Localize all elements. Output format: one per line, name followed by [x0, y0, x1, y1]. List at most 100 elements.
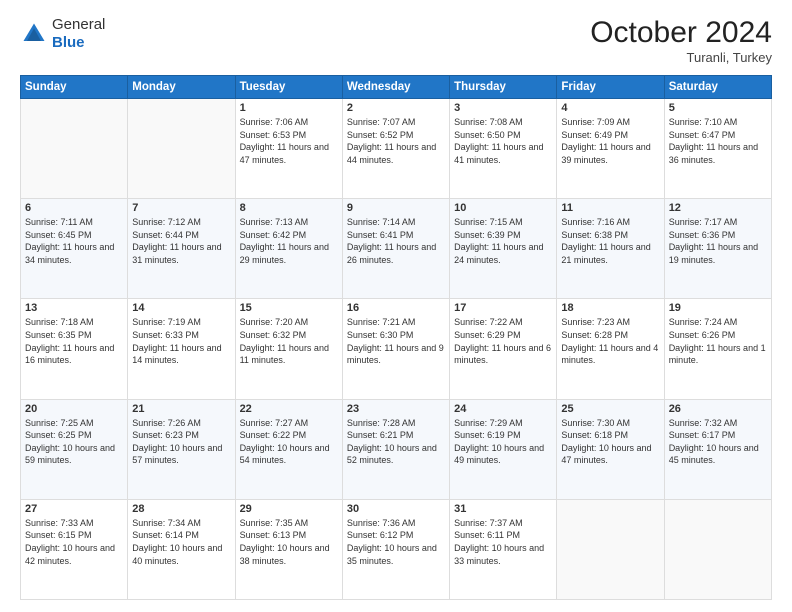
col-header-friday: Friday — [557, 76, 664, 99]
day-info: Sunrise: 7:13 AM Sunset: 6:42 PM Dayligh… — [240, 216, 338, 266]
day-number: 16 — [347, 302, 445, 314]
calendar-cell: 21 Sunrise: 7:26 AM Sunset: 6:23 PM Dayli… — [128, 399, 235, 499]
day-number: 19 — [669, 302, 767, 314]
calendar-cell: 16 Sunrise: 7:21 AM Sunset: 6:30 PM Dayli… — [342, 299, 449, 399]
calendar-cell: 19 Sunrise: 7:24 AM Sunset: 6:26 PM Dayli… — [664, 299, 771, 399]
calendar-cell: 4 Sunrise: 7:09 AM Sunset: 6:49 PM Daylig… — [557, 99, 664, 199]
day-info: Sunrise: 7:25 AM Sunset: 6:25 PM Dayligh… — [25, 417, 123, 467]
col-header-monday: Monday — [128, 76, 235, 99]
logo-blue: Blue — [52, 34, 85, 51]
day-info: Sunrise: 7:15 AM Sunset: 6:39 PM Dayligh… — [454, 216, 552, 266]
calendar-cell: 23 Sunrise: 7:28 AM Sunset: 6:21 PM Dayli… — [342, 399, 449, 499]
calendar-cell: 3 Sunrise: 7:08 AM Sunset: 6:50 PM Daylig… — [450, 99, 557, 199]
day-info: Sunrise: 7:21 AM Sunset: 6:30 PM Dayligh… — [347, 316, 445, 366]
day-info: Sunrise: 7:26 AM Sunset: 6:23 PM Dayligh… — [132, 417, 230, 467]
day-number: 21 — [132, 403, 230, 415]
day-number: 1 — [240, 102, 338, 114]
logo-general: General — [52, 16, 105, 33]
header: General Blue October 2024 Turanli, Turke… — [20, 16, 772, 65]
day-number: 14 — [132, 302, 230, 314]
day-number: 4 — [561, 102, 659, 114]
day-number: 7 — [132, 202, 230, 214]
month-title: October 2024 — [590, 16, 772, 50]
day-info: Sunrise: 7:19 AM Sunset: 6:33 PM Dayligh… — [132, 316, 230, 366]
col-header-saturday: Saturday — [664, 76, 771, 99]
day-info: Sunrise: 7:12 AM Sunset: 6:44 PM Dayligh… — [132, 216, 230, 266]
day-info: Sunrise: 7:35 AM Sunset: 6:13 PM Dayligh… — [240, 517, 338, 567]
calendar-cell: 13 Sunrise: 7:18 AM Sunset: 6:35 PM Dayli… — [21, 299, 128, 399]
day-number: 28 — [132, 503, 230, 515]
day-number: 10 — [454, 202, 552, 214]
day-info: Sunrise: 7:16 AM Sunset: 6:38 PM Dayligh… — [561, 216, 659, 266]
col-header-thursday: Thursday — [450, 76, 557, 99]
day-number: 3 — [454, 102, 552, 114]
day-info: Sunrise: 7:09 AM Sunset: 6:49 PM Dayligh… — [561, 116, 659, 166]
day-info: Sunrise: 7:18 AM Sunset: 6:35 PM Dayligh… — [25, 316, 123, 366]
day-info: Sunrise: 7:14 AM Sunset: 6:41 PM Dayligh… — [347, 216, 445, 266]
day-number: 27 — [25, 503, 123, 515]
day-info: Sunrise: 7:30 AM Sunset: 6:18 PM Dayligh… — [561, 417, 659, 467]
day-info: Sunrise: 7:07 AM Sunset: 6:52 PM Dayligh… — [347, 116, 445, 166]
calendar-week-2: 6Sunrise: 7:11 AM Sunset: 6:45 PM Daylig… — [21, 199, 772, 299]
day-info: Sunrise: 7:28 AM Sunset: 6:21 PM Dayligh… — [347, 417, 445, 467]
day-info: Sunrise: 7:32 AM Sunset: 6:17 PM Dayligh… — [669, 417, 767, 467]
calendar-week-3: 13 Sunrise: 7:18 AM Sunset: 6:35 PM Dayli… — [21, 299, 772, 399]
logo-text: General Blue — [52, 16, 105, 52]
calendar-cell: 7 Sunrise: 7:12 AM Sunset: 6:44 PM Daylig… — [128, 199, 235, 299]
day-number: 23 — [347, 403, 445, 415]
day-info: Sunrise: 7:06 AM Sunset: 6:53 PM Dayligh… — [240, 116, 338, 166]
calendar-cell: 10 Sunrise: 7:15 AM Sunset: 6:39 PM Dayli… — [450, 199, 557, 299]
day-info: Sunrise: 7:22 AM Sunset: 6:29 PM Dayligh… — [454, 316, 552, 366]
calendar-cell: 9 Sunrise: 7:14 AM Sunset: 6:41 PM Daylig… — [342, 199, 449, 299]
day-number: 31 — [454, 503, 552, 515]
calendar-cell: 15Sunrise: 7:20 AM Sunset: 6:32 PM Dayli… — [235, 299, 342, 399]
day-info: Sunrise: 7:37 AM Sunset: 6:11 PM Dayligh… — [454, 517, 552, 567]
day-number: 24 — [454, 403, 552, 415]
day-info: Sunrise: 7:24 AM Sunset: 6:26 PM Dayligh… — [669, 316, 767, 366]
page: General Blue October 2024 Turanli, Turke… — [0, 0, 792, 612]
col-header-wednesday: Wednesday — [342, 76, 449, 99]
calendar-cell: 17 Sunrise: 7:22 AM Sunset: 6:29 PM Dayli… — [450, 299, 557, 399]
calendar-cell: 24 Sunrise: 7:29 AM Sunset: 6:19 PM Dayli… — [450, 399, 557, 499]
day-number: 25 — [561, 403, 659, 415]
day-number: 20 — [25, 403, 123, 415]
col-header-sunday: Sunday — [21, 76, 128, 99]
calendar-cell: 22Sunrise: 7:27 AM Sunset: 6:22 PM Dayli… — [235, 399, 342, 499]
location: Turanli, Turkey — [590, 50, 772, 65]
calendar-cell — [557, 499, 664, 599]
day-info: Sunrise: 7:29 AM Sunset: 6:19 PM Dayligh… — [454, 417, 552, 467]
calendar-cell: 5Sunrise: 7:10 AM Sunset: 6:47 PM Daylig… — [664, 99, 771, 199]
day-number: 9 — [347, 202, 445, 214]
calendar-cell: 14 Sunrise: 7:19 AM Sunset: 6:33 PM Dayli… — [128, 299, 235, 399]
day-info: Sunrise: 7:17 AM Sunset: 6:36 PM Dayligh… — [669, 216, 767, 266]
day-number: 26 — [669, 403, 767, 415]
calendar-week-4: 20 Sunrise: 7:25 AM Sunset: 6:25 PM Dayli… — [21, 399, 772, 499]
logo: General Blue — [20, 16, 105, 52]
calendar-cell: 18Sunrise: 7:23 AM Sunset: 6:28 PM Dayli… — [557, 299, 664, 399]
day-info: Sunrise: 7:23 AM Sunset: 6:28 PM Dayligh… — [561, 316, 659, 366]
calendar-cell — [21, 99, 128, 199]
day-number: 13 — [25, 302, 123, 314]
day-number: 17 — [454, 302, 552, 314]
calendar-table: SundayMondayTuesdayWednesdayThursdayFrid… — [20, 75, 772, 600]
day-number: 30 — [347, 503, 445, 515]
calendar-cell — [664, 499, 771, 599]
calendar-header-row: SundayMondayTuesdayWednesdayThursdayFrid… — [21, 76, 772, 99]
day-info: Sunrise: 7:08 AM Sunset: 6:50 PM Dayligh… — [454, 116, 552, 166]
logo-icon — [20, 20, 48, 48]
day-info: Sunrise: 7:36 AM Sunset: 6:12 PM Dayligh… — [347, 517, 445, 567]
calendar-cell — [128, 99, 235, 199]
calendar-week-5: 27 Sunrise: 7:33 AM Sunset: 6:15 PM Dayli… — [21, 499, 772, 599]
day-info: Sunrise: 7:33 AM Sunset: 6:15 PM Dayligh… — [25, 517, 123, 567]
col-header-tuesday: Tuesday — [235, 76, 342, 99]
calendar-cell: 29Sunrise: 7:35 AM Sunset: 6:13 PM Dayli… — [235, 499, 342, 599]
day-info: Sunrise: 7:11 AM Sunset: 6:45 PM Dayligh… — [25, 216, 123, 266]
day-number: 12 — [669, 202, 767, 214]
calendar-week-1: 1 Sunrise: 7:06 AM Sunset: 6:53 PM Daylig… — [21, 99, 772, 199]
calendar-cell: 30 Sunrise: 7:36 AM Sunset: 6:12 PM Dayli… — [342, 499, 449, 599]
calendar-cell: 25 Sunrise: 7:30 AM Sunset: 6:18 PM Dayli… — [557, 399, 664, 499]
calendar-cell: 8Sunrise: 7:13 AM Sunset: 6:42 PM Daylig… — [235, 199, 342, 299]
calendar-cell: 28Sunrise: 7:34 AM Sunset: 6:14 PM Dayli… — [128, 499, 235, 599]
calendar-cell: 1 Sunrise: 7:06 AM Sunset: 6:53 PM Daylig… — [235, 99, 342, 199]
calendar-cell: 26 Sunrise: 7:32 AM Sunset: 6:17 PM Dayli… — [664, 399, 771, 499]
